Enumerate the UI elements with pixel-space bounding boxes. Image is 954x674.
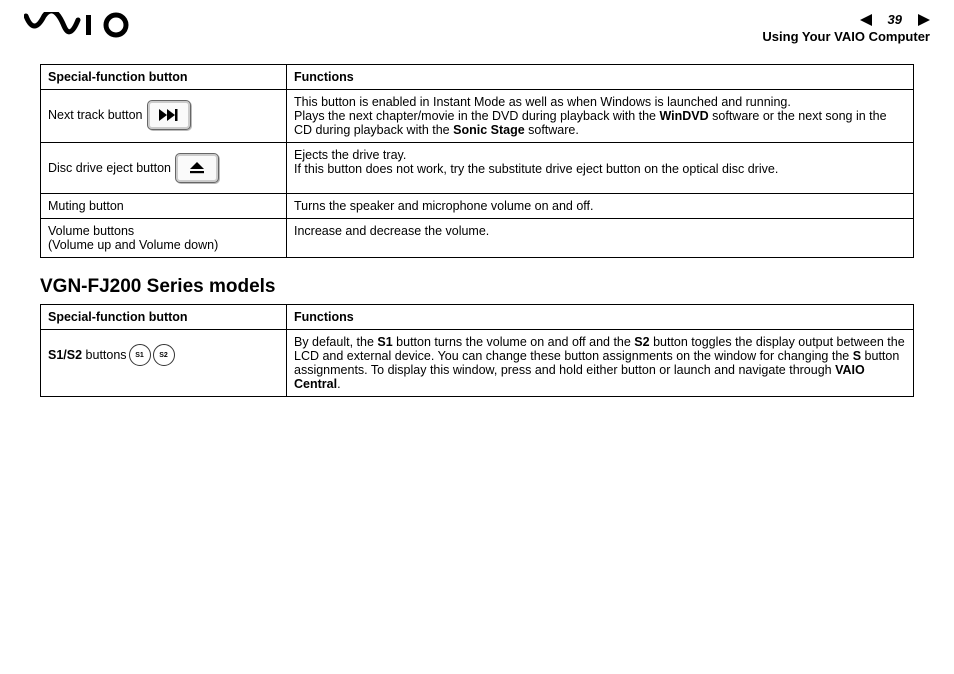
col-header-button: Special-function button bbox=[41, 65, 287, 90]
special-function-table-2: Special-function button Functions S1/S2 … bbox=[40, 304, 914, 397]
table-row: Next track button This button is enabled… bbox=[41, 90, 914, 143]
vaio-logo bbox=[24, 12, 134, 38]
section-title: Using Your VAIO Computer bbox=[762, 29, 930, 44]
table-header-row: Special-function button Functions bbox=[41, 65, 914, 90]
function-cell: Ejects the drive tray. If this button do… bbox=[287, 143, 914, 194]
series-heading: VGN-FJ200 Series models bbox=[40, 276, 914, 298]
button-label: Muting button bbox=[48, 199, 124, 213]
col-header-button: Special-function button bbox=[41, 305, 287, 330]
table-row: Muting button Turns the speaker and micr… bbox=[41, 194, 914, 219]
page-content: Special-function button Functions Next t… bbox=[0, 50, 954, 397]
table-header-row: Special-function button Functions bbox=[41, 305, 914, 330]
eject-key-icon bbox=[175, 153, 219, 183]
special-function-table-1: Special-function button Functions Next t… bbox=[40, 64, 914, 258]
header-right: 39 Using Your VAIO Computer bbox=[762, 12, 930, 44]
button-cell: S1/S2 buttons S1 S2 bbox=[41, 330, 287, 397]
function-cell: Turns the speaker and microphone volume … bbox=[287, 194, 914, 219]
button-cell: Next track button bbox=[41, 90, 287, 143]
button-label: Next track button bbox=[48, 108, 143, 122]
s2-key-icon: S2 bbox=[153, 344, 175, 366]
function-cell: By default, the S1 button turns the volu… bbox=[287, 330, 914, 397]
table-row: Disc drive eject button Ejects the drive… bbox=[41, 143, 914, 194]
table-row: S1/S2 buttons S1 S2 By default, the S1 b… bbox=[41, 330, 914, 397]
function-cell: Increase and decrease the volume. bbox=[287, 219, 914, 258]
s1-key-icon: S1 bbox=[129, 344, 151, 366]
page-number: 39 bbox=[888, 12, 902, 27]
button-label: Disc drive eject button bbox=[48, 161, 171, 175]
button-label: S1/S2 buttons bbox=[48, 348, 127, 362]
next-track-key-icon bbox=[147, 100, 191, 130]
col-header-functions: Functions bbox=[287, 65, 914, 90]
prev-page-arrow-icon[interactable] bbox=[860, 13, 882, 27]
button-sublabel: (Volume up and Volume down) bbox=[48, 238, 218, 252]
col-header-functions: Functions bbox=[287, 305, 914, 330]
page-nav: 39 bbox=[762, 12, 930, 27]
page-header: 39 Using Your VAIO Computer bbox=[0, 0, 954, 50]
function-cell: This button is enabled in Instant Mode a… bbox=[287, 90, 914, 143]
next-page-arrow-icon[interactable] bbox=[908, 13, 930, 27]
button-label: Volume buttons bbox=[48, 224, 134, 238]
button-cell: Disc drive eject button bbox=[41, 143, 287, 194]
button-cell: Volume buttons (Volume up and Volume dow… bbox=[41, 219, 287, 258]
button-cell: Muting button bbox=[41, 194, 287, 219]
table-row: Volume buttons (Volume up and Volume dow… bbox=[41, 219, 914, 258]
